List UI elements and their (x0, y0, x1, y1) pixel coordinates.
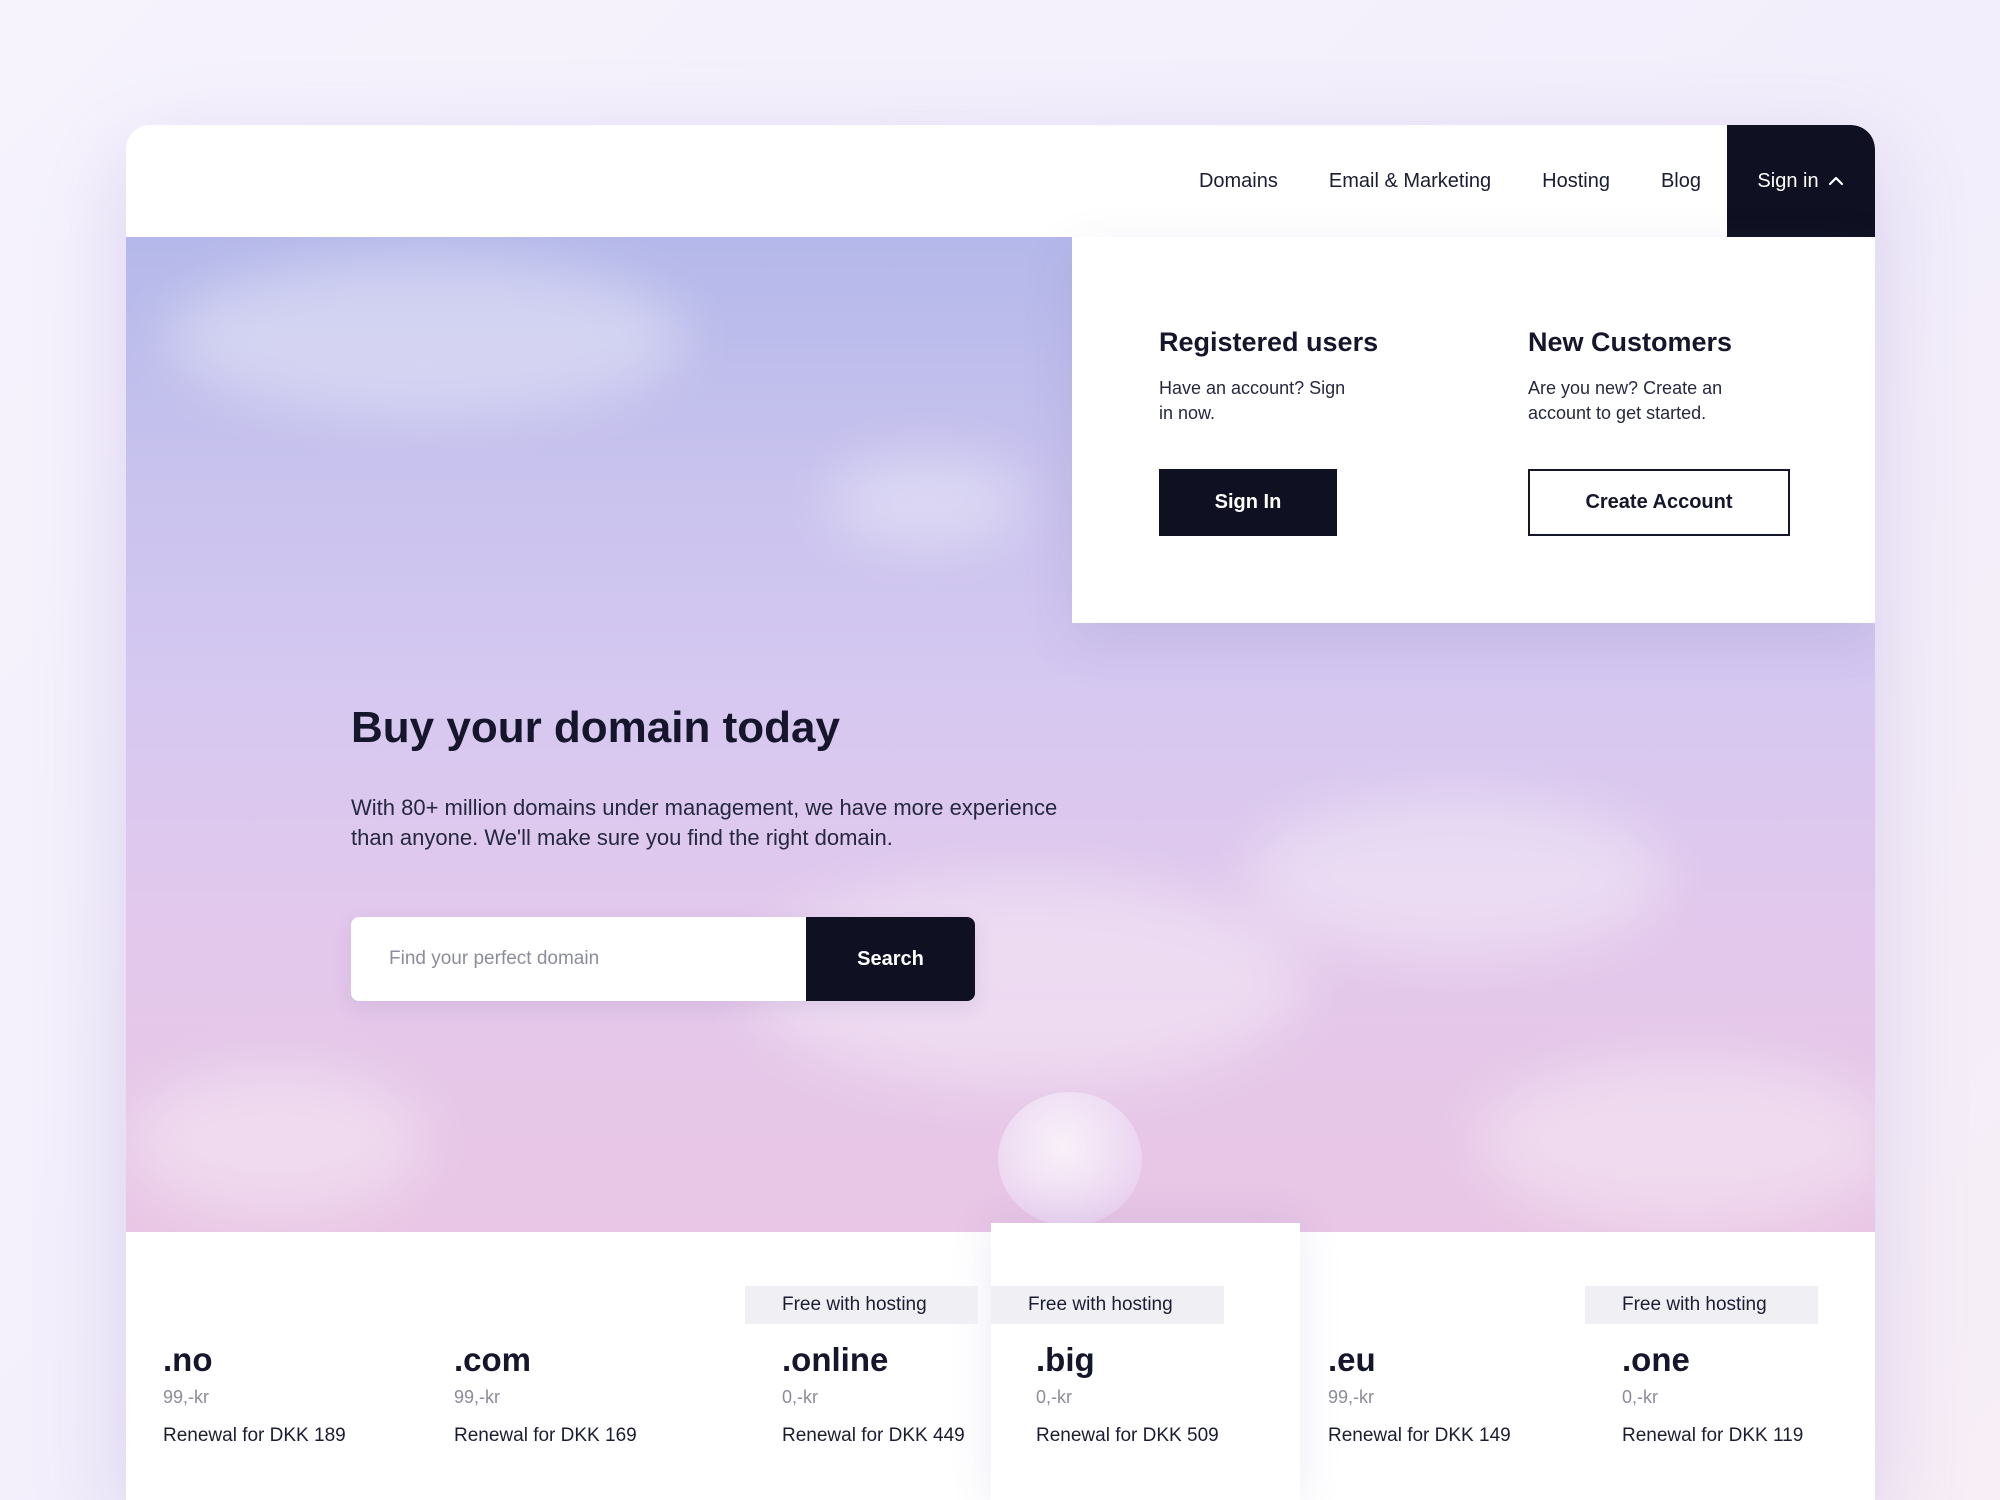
sign-in-dropdown: Registered users Have an account? Sign i… (1072, 237, 1875, 623)
domain-search-input[interactable] (351, 917, 806, 1001)
domain-price: 99,-kr (454, 1387, 501, 1407)
cloud-decoration (1246, 797, 1666, 957)
nav-link-domains[interactable]: Domains (1199, 170, 1278, 193)
nav-link-blog[interactable]: Blog (1661, 170, 1701, 193)
search-button[interactable]: Search (806, 917, 975, 1001)
free-with-hosting-badge: Free with hosting (1585, 1286, 1818, 1324)
registered-users-text: Have an account? Sign in now. (1159, 378, 1346, 423)
domain-tld: .no (163, 1341, 213, 1378)
sign-in-toggle-label: Sign in (1757, 169, 1819, 192)
domain-tld: .eu (1328, 1341, 1376, 1378)
sign-in-button[interactable]: Sign In (1159, 469, 1337, 536)
browser-frame: Domains Email & Marketing Hosting Blog S… (126, 125, 1875, 1500)
domain-renewal: Renewal for DKK 189 (163, 1425, 346, 1446)
domain-renewal: Renewal for DKK 449 (782, 1425, 965, 1446)
registered-users-title: Registered users (1159, 327, 1379, 357)
domain-tld: .one (1622, 1341, 1690, 1378)
domain-price: 99,-kr (1328, 1387, 1375, 1407)
domain-search-bar: Search (351, 917, 975, 1001)
domain-price: 0,-kr (782, 1387, 818, 1407)
main-nav: Domains Email & Marketing Hosting Blog S… (1199, 125, 1875, 237)
create-account-button[interactable]: Create Account (1528, 469, 1790, 536)
moon-decoration (998, 1092, 1142, 1226)
cloud-decoration (1476, 1057, 1875, 1227)
cloud-decoration (126, 1067, 426, 1217)
domain-price: 99,-kr (163, 1387, 210, 1407)
hero-title: Buy your domain today (351, 703, 840, 752)
domain-renewal: Renewal for DKK 149 (1328, 1425, 1511, 1446)
new-customers-title: New Customers (1528, 327, 1733, 357)
domain-price: 0,-kr (1622, 1387, 1658, 1407)
domain-tld: .online (782, 1341, 889, 1378)
domain-renewal: Renewal for DKK 509 (1036, 1425, 1219, 1446)
free-with-hosting-badge: Free with hosting (745, 1286, 978, 1324)
top-navigation-bar: Domains Email & Marketing Hosting Blog S… (126, 125, 1875, 237)
chevron-up-icon (1828, 176, 1843, 186)
domain-price: 0,-kr (1036, 1387, 1072, 1407)
registered-users-column: Registered users Have an account? Sign i… (1159, 327, 1378, 426)
new-customers-text: Are you new? Create an account to get st… (1528, 378, 1723, 423)
new-customers-column: New Customers Are you new? Create an acc… (1528, 327, 1768, 426)
domain-tld: .com (454, 1341, 532, 1378)
domain-tld: .big (1036, 1341, 1095, 1378)
cloud-decoration (826, 457, 1026, 547)
free-with-hosting-badge: Free with hosting (991, 1286, 1224, 1324)
cloud-decoration (166, 257, 686, 417)
hero-description: With 80+ million domains under managemen… (351, 795, 1058, 850)
nav-link-email-marketing[interactable]: Email & Marketing (1329, 170, 1491, 193)
domain-renewal: Renewal for DKK 119 (1622, 1425, 1804, 1446)
nav-link-hosting[interactable]: Hosting (1542, 170, 1610, 193)
sign-in-toggle-button[interactable]: Sign in (1727, 125, 1875, 237)
domain-renewal: Renewal for DKK 169 (454, 1425, 637, 1446)
